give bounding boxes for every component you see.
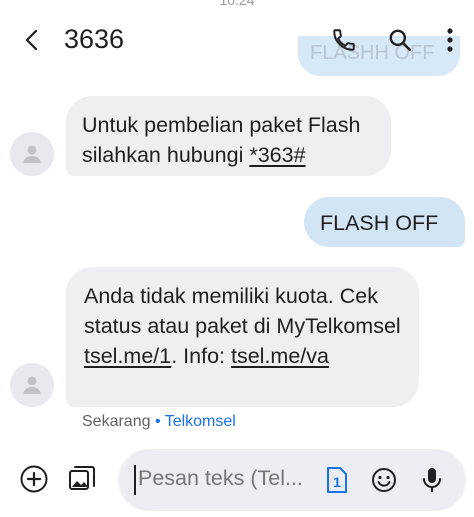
compose-bar: 1 [0, 445, 474, 517]
message-text: . Info: [171, 344, 231, 368]
back-arrow-icon [25, 29, 38, 51]
add-icon [20, 465, 48, 493]
contact-title: 3636 [64, 24, 125, 54]
message-text: Untuk pembelian paket Flash silahkan hub… [82, 113, 361, 167]
meta-separator: • [150, 413, 165, 430]
text-cursor [134, 465, 136, 495]
gallery-icon [69, 466, 95, 490]
gallery-button[interactable] [62, 459, 102, 499]
search-icon [389, 29, 412, 52]
top-app-bar: 3636 [0, 0, 474, 78]
ussd-link[interactable]: *363# [249, 143, 305, 167]
message-text: FLASH OFF [320, 211, 439, 235]
incoming-message[interactable]: Untuk pembelian paket Flash silahkan hub… [66, 96, 391, 176]
search-button[interactable] [380, 20, 420, 60]
sim-selector-button[interactable]: 1 [324, 465, 350, 495]
sender-avatar[interactable] [10, 363, 54, 407]
person-icon [23, 145, 41, 163]
more-vertical-icon [447, 28, 453, 52]
sender-avatar[interactable] [10, 132, 54, 176]
incoming-message[interactable]: Anda tidak memiliki kuota. Cek status at… [66, 267, 419, 407]
more-options-button[interactable] [430, 20, 470, 60]
message-link[interactable]: tsel.me/1 [84, 344, 171, 368]
sim-icon: 1 [327, 467, 347, 493]
message-input[interactable] [138, 466, 318, 491]
sim-label: 1 [333, 474, 341, 490]
mic-icon [423, 468, 441, 492]
add-attachment-button[interactable] [14, 459, 54, 499]
call-button[interactable] [324, 20, 364, 60]
message-meta: Sekarang • Telkomsel [82, 413, 236, 431]
carrier-label: Telkomsel [164, 413, 236, 430]
person-icon [23, 376, 41, 394]
message-text: Anda tidak memiliki kuota. Cek status at… [84, 284, 401, 338]
message-time: Sekarang [82, 413, 151, 430]
emoji-icon [372, 468, 396, 492]
message-link[interactable]: tsel.me/va [231, 344, 329, 368]
back-button[interactable] [14, 22, 50, 58]
emoji-button[interactable] [368, 464, 400, 496]
phone-icon [333, 29, 355, 51]
message-input-container[interactable]: 1 [118, 449, 466, 511]
voice-input-button[interactable] [416, 464, 448, 496]
outgoing-message[interactable]: FLASH OFF [304, 197, 465, 247]
